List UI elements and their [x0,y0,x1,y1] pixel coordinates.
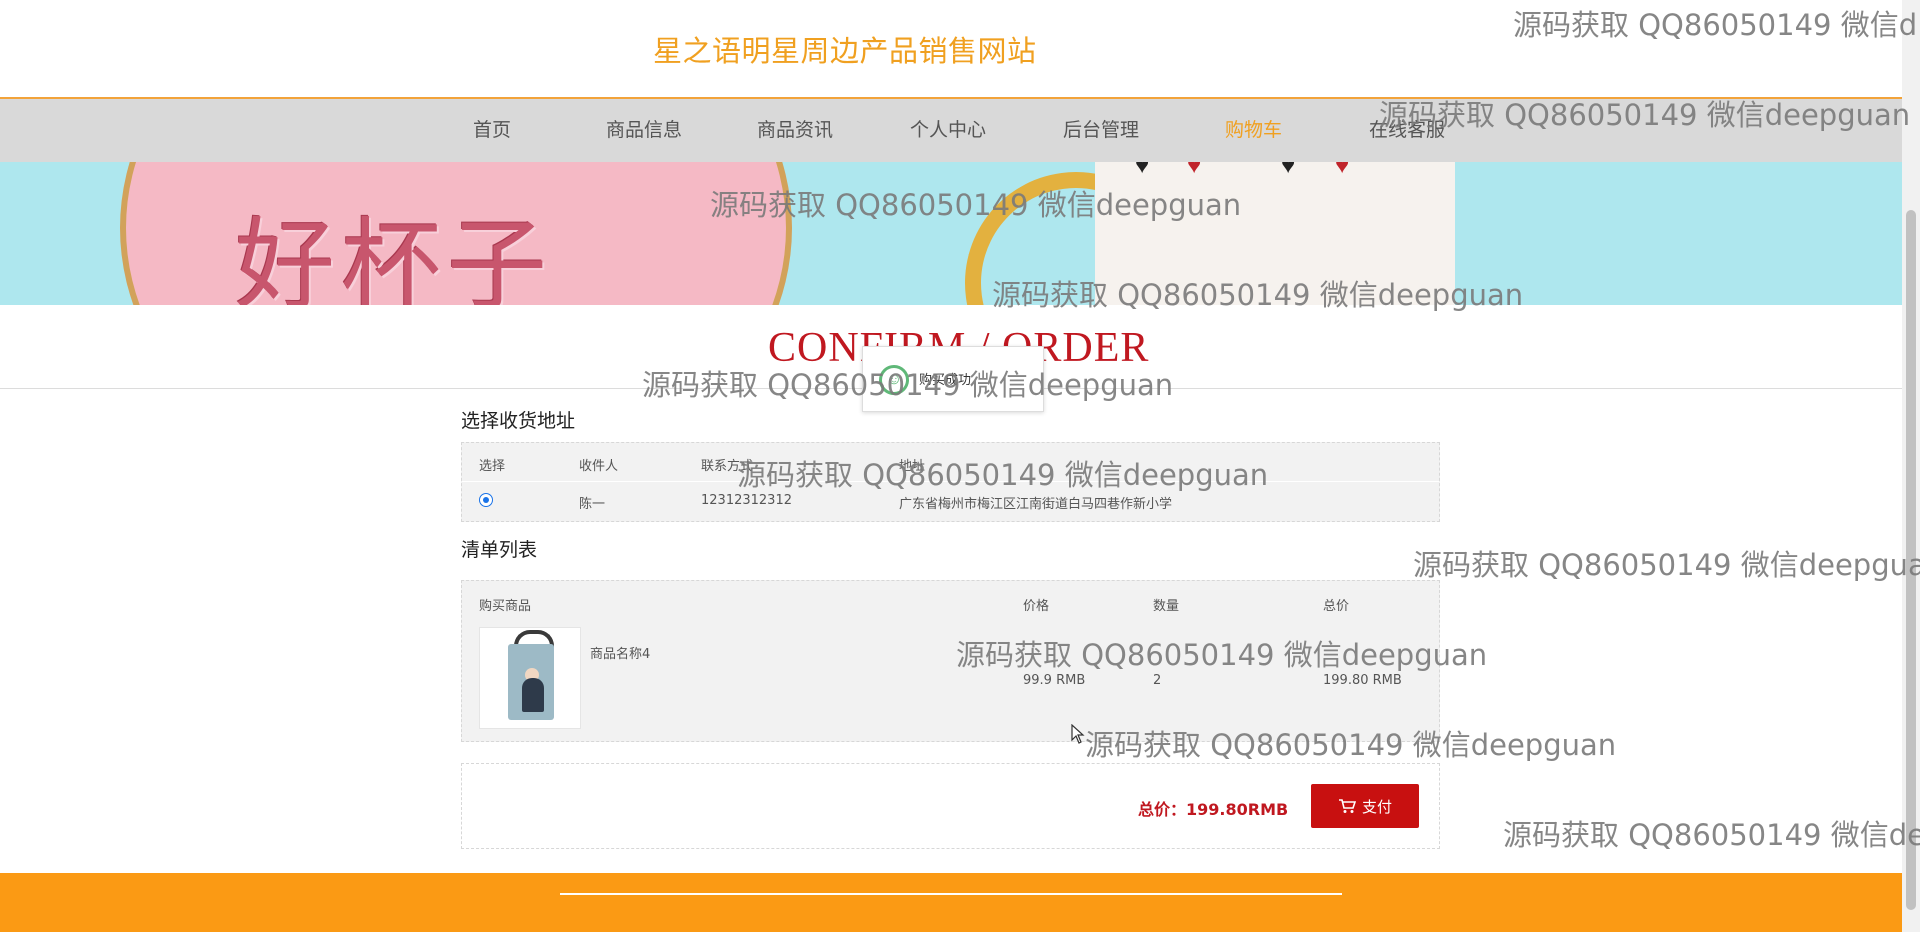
pay-button-label: 支付 [1361,797,1392,816]
banner-text: 好杯子 [235,207,553,305]
banner-image: 好杯子 ♥ ♥ ♥ ♥ [0,162,1902,305]
recipient-name: 陈一 [579,497,606,512]
address-radio[interactable] [479,493,493,507]
column-header: 价格 [1023,599,1050,614]
nav-item-profile[interactable]: 个人中心 [910,99,986,162]
order-summary: 总价：199.80RMB 支付 [461,763,1440,849]
watermark-text: 源码获取 QQ86050149 微信deepgua [1413,548,1920,582]
cart-icon [1338,799,1356,813]
mouse-cursor-icon [1071,724,1085,744]
watermark-text: 源码获取 QQ86050149 微信de [1503,818,1920,852]
site-title: 星之语明星周边产品销售网站 [653,34,1037,68]
main-nav: 首页 商品信息 商品资讯 个人中心 后台管理 购物车 在线客服 [0,99,1902,162]
tote-bag-image[interactable] [479,627,581,729]
pay-button[interactable]: 支付 [1311,784,1419,828]
page-scrollbar[interactable] [1902,0,1920,932]
address-section-title: 选择收货地址 [461,410,576,432]
product-price: 99.9 RMB [1023,673,1086,688]
heart-icon: ♥ [1281,162,1296,179]
order-list-title: 清单列表 [461,539,538,561]
nav-item-cart[interactable]: 购物车 [1225,99,1282,162]
total-price: 总价：199.80RMB [1138,800,1289,819]
column-header: 数量 [1153,599,1180,614]
footer-divider [560,893,1342,895]
bag-person [522,678,544,712]
order-list-table: 购买商品 价格 数量 总价 商品名称4 99.9 RMB 2 199.80 RM… [461,580,1440,742]
recipient-phone: 12312312312 [701,493,792,508]
nav-item-news[interactable]: 商品资讯 [757,99,833,162]
heart-icon: ♥ [1135,162,1150,179]
column-header: 联系方式 [701,459,754,474]
product-name[interactable]: 商品名称4 [590,643,650,662]
smile-icon: ☺ [879,365,909,395]
column-header: 收件人 [579,459,619,474]
scrollbar-thumb[interactable] [1906,210,1916,910]
heart-icon: ♥ [1335,162,1350,179]
success-toast: ☺ 购买成功 [862,346,1044,412]
site-footer [0,873,1902,932]
column-header: 选择 [479,459,506,474]
column-header: 地址 [899,459,926,474]
nav-item-support[interactable]: 在线客服 [1369,99,1445,162]
column-header: 购买商品 [479,599,532,614]
nav-item-admin[interactable]: 后台管理 [1063,99,1139,162]
cup-shape: ♥ ♥ ♥ ♥ [1095,162,1455,305]
nav-item-products[interactable]: 商品信息 [606,99,682,162]
site-header: 星之语明星周边产品销售网站 [0,0,1902,99]
heart-icon: ♥ [1187,162,1202,179]
recipient-address: 广东省梅州市梅江区江南街道白马四巷作新小学 [899,497,1173,512]
product-quantity: 2 [1153,673,1162,688]
column-header: 总价 [1323,599,1350,614]
toast-text: 购买成功 [919,373,972,388]
nav-item-home[interactable]: 首页 [473,99,511,162]
row-divider [462,481,1439,482]
product-total: 199.80 RMB [1323,673,1402,688]
address-table: 选择 收件人 联系方式 地址 陈一 12312312312 广东省梅州市梅江区江… [461,442,1440,522]
